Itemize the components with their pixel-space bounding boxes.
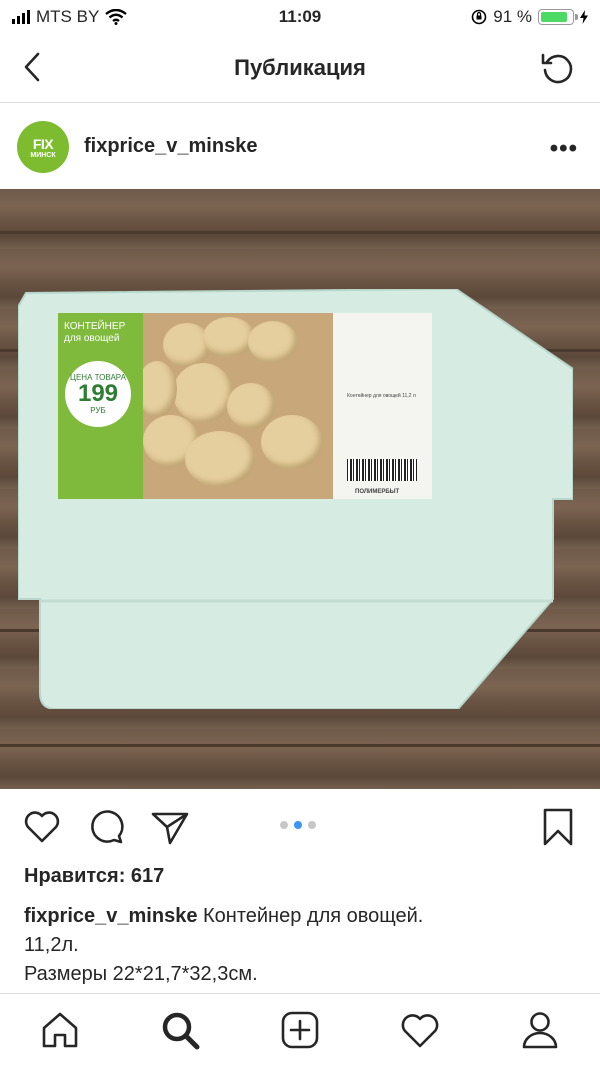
post-caption: fixprice_v_minske Контейнер для овощей. … [24, 902, 584, 1003]
reload-icon[interactable] [538, 48, 578, 88]
brand-name: ПОЛИМЕРБЫТ [355, 489, 400, 495]
battery-info: 91 % [471, 7, 588, 27]
caption-text: Контейнер для овощей. [203, 905, 424, 927]
potatoes-photo [143, 313, 333, 499]
label-title: КОНТЕЙНЕР для овощей [64, 321, 126, 344]
home-icon[interactable] [38, 1008, 82, 1052]
price-badge: ЦЕНА ТОВАРА 199 РУБ [65, 361, 131, 427]
likes-count[interactable]: Нравится: 617 [24, 865, 164, 888]
bookmark-icon[interactable] [538, 807, 578, 847]
price-value: 199 [77, 380, 119, 407]
product-name: Контейнер для овощей 11,2 л [347, 393, 416, 399]
profile-icon[interactable] [518, 1008, 562, 1052]
search-icon[interactable] [158, 1008, 202, 1052]
activity-icon[interactable] [398, 1008, 442, 1052]
caption-line: Размеры 22*21,7*32,3см. [24, 963, 258, 985]
post-header: FIX МИНСК fixprice_v_minske ••• [0, 103, 600, 189]
status-bar: MTS BY 11:09 91 % [0, 0, 600, 36]
caption-username[interactable]: fixprice_v_minske [24, 905, 197, 927]
charging-icon [580, 10, 588, 24]
navigation-bar: Публикация [0, 36, 600, 103]
post-actions [0, 789, 600, 861]
comment-icon[interactable] [86, 807, 126, 847]
carousel-dot [294, 821, 302, 829]
caption-line: 11,2л. [24, 934, 79, 956]
orientation-lock-icon [471, 9, 487, 25]
carousel-dot [280, 821, 288, 829]
wood-plank-seam [0, 744, 600, 747]
carousel-indicator [280, 821, 316, 829]
post-username[interactable]: fixprice_v_minske [84, 135, 257, 158]
label-info-panel: Контейнер для овощей 11,2 л ПОЛИМЕРБЫТ [333, 313, 432, 499]
wood-plank-seam [0, 231, 600, 234]
price-currency: РУБ [90, 406, 106, 415]
battery-icon [538, 9, 578, 25]
avatar-subtext: МИНСК [30, 151, 56, 159]
label-green-panel: КОНТЕЙНЕР для овощей ЦЕНА ТОВАРА 199 РУБ [58, 313, 143, 499]
add-icon[interactable] [278, 1008, 322, 1052]
battery-fill [541, 12, 568, 22]
heart-icon[interactable] [22, 807, 62, 847]
carousel-dot [308, 821, 316, 829]
page-title: Публикация [234, 55, 366, 80]
product-label: КОНТЕЙНЕР для овощей ЦЕНА ТОВАРА 199 РУБ… [58, 313, 432, 499]
send-icon[interactable] [150, 807, 190, 847]
battery-percent: 91 % [493, 7, 532, 26]
avatar[interactable]: FIX МИНСК [17, 121, 69, 173]
more-icon[interactable]: ••• [550, 135, 578, 163]
barcode [347, 459, 417, 481]
avatar-brand: FIX [32, 135, 54, 152]
post-image[interactable]: КОНТЕЙНЕР для овощей ЦЕНА ТОВАРА 199 РУБ… [0, 189, 600, 789]
tab-bar [0, 993, 600, 1066]
